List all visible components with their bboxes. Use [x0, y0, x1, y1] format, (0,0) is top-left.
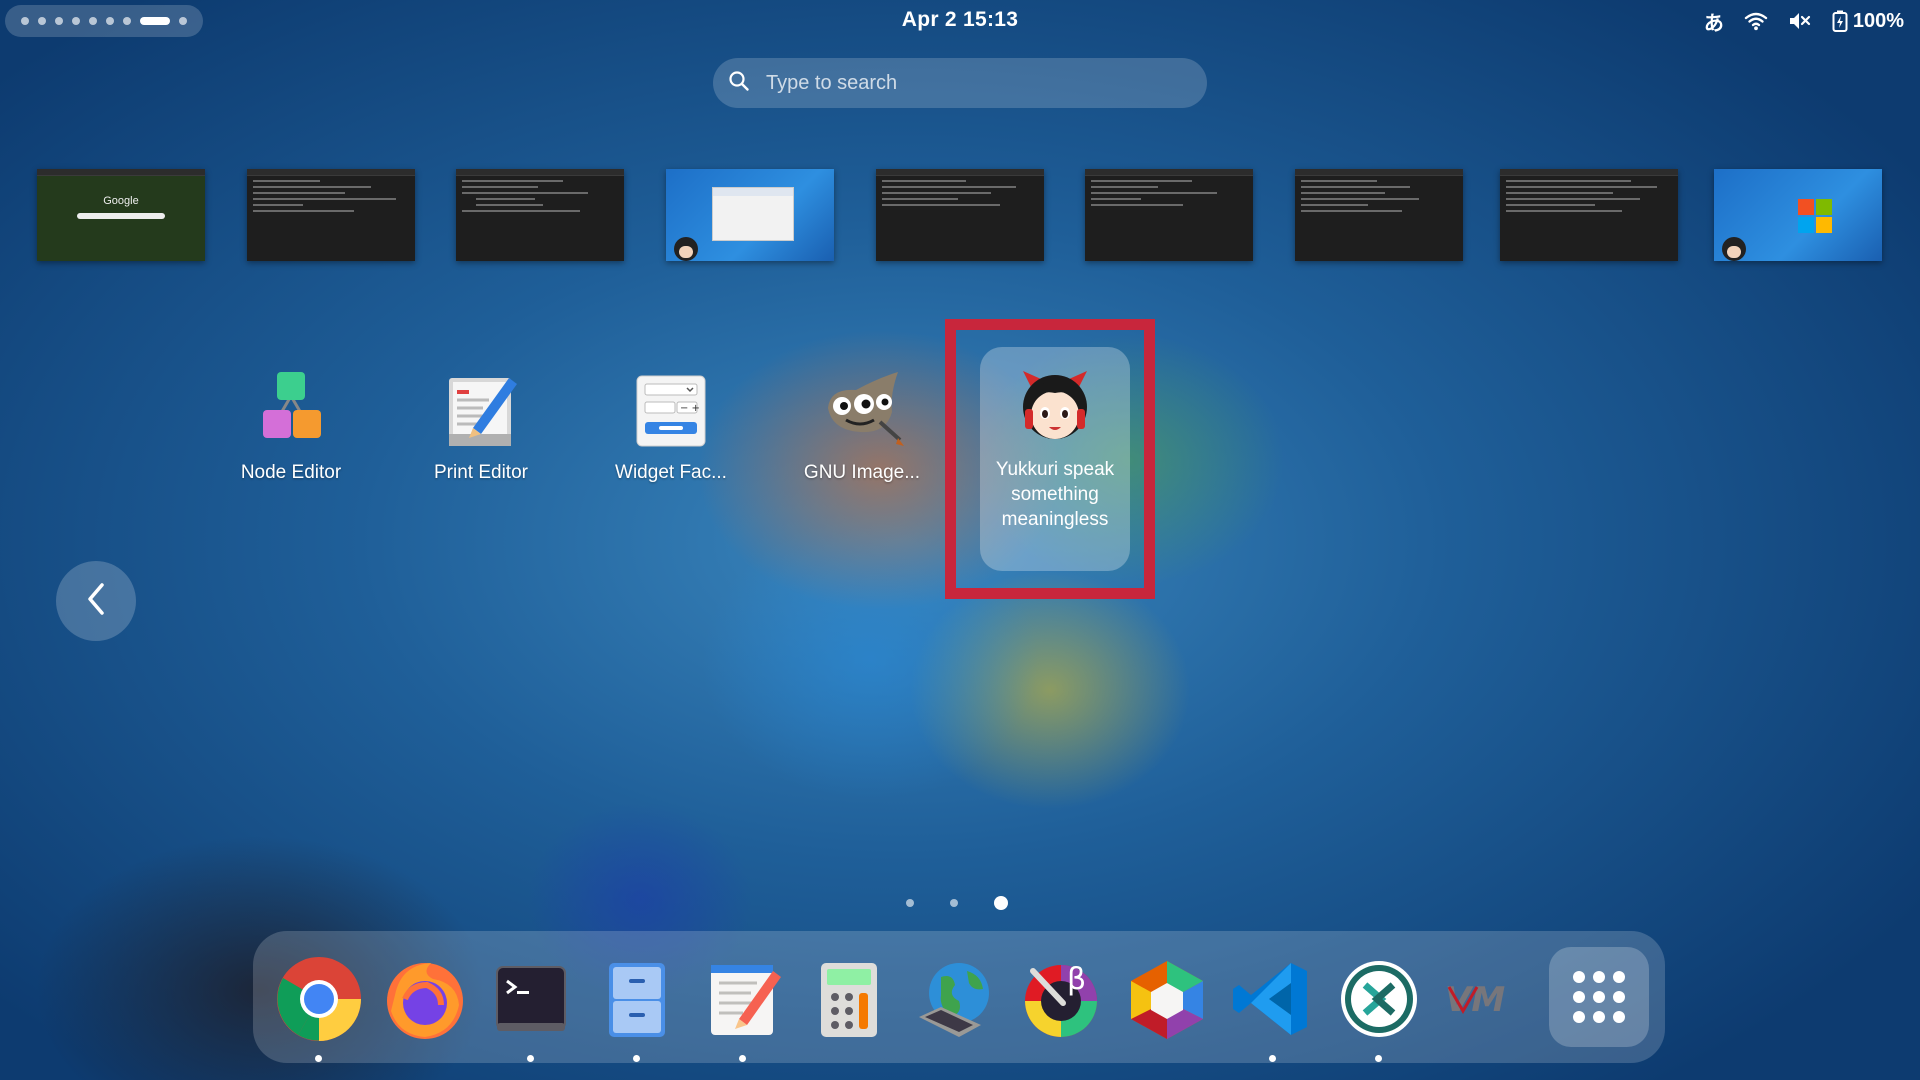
page-indicator: [906, 896, 1008, 910]
dock-item-terminal[interactable]: [487, 955, 575, 1062]
running-indicator: [315, 1055, 322, 1062]
cube-icon: [1131, 961, 1203, 1039]
dock: β VM: [253, 931, 1665, 1063]
show-applications-button[interactable]: [1549, 947, 1649, 1047]
search-icon: [713, 70, 750, 97]
page-dot-active[interactable]: [994, 896, 1008, 910]
firefox-icon: [387, 963, 463, 1039]
window-thumbnail-desktop-dialog[interactable]: [666, 169, 834, 261]
clock[interactable]: Apr 2 15:13: [0, 8, 1920, 32]
dialog-preview: [712, 187, 794, 241]
app-node-editor[interactable]: Node Editor: [199, 368, 383, 484]
page-dot[interactable]: [950, 899, 958, 907]
window-thumbnail-terminal[interactable]: [876, 169, 1044, 261]
top-bar: Apr 2 15:13 あ 100%: [0, 0, 1920, 42]
files-icon: [609, 963, 665, 1037]
terminal-icon: [496, 966, 566, 1031]
widget-factory-icon: − +: [629, 368, 713, 452]
character-avatar-icon: [674, 237, 698, 261]
search-bar[interactable]: [713, 58, 1207, 108]
window-thumbnail-terminal[interactable]: [1500, 169, 1678, 261]
battery-percent: 100%: [1852, 9, 1904, 32]
dock-item-vscode[interactable]: [1229, 955, 1317, 1062]
battery-indicator[interactable]: 100%: [1832, 10, 1904, 33]
network-globe-icon: [919, 963, 989, 1037]
dock-item-calculator[interactable]: [805, 955, 893, 1043]
app-label: Print Editor: [434, 462, 528, 483]
dock-item-network-browser[interactable]: [911, 955, 999, 1043]
vm-icon: VM: [1445, 980, 1505, 1020]
print-editor-icon: [439, 368, 523, 452]
vscode-icon: [1233, 963, 1307, 1035]
wifi-icon: [1744, 11, 1768, 31]
window-thumbnail-terminal[interactable]: [247, 169, 415, 261]
volume-muted-icon: [1788, 11, 1812, 31]
text-editor-icon: [711, 965, 781, 1035]
dock-item-vm-app[interactable]: VM: [1441, 955, 1529, 1043]
dock-item-firefox[interactable]: [381, 955, 469, 1043]
app-label: Yukkuri speak something meaningless: [995, 459, 1115, 530]
window-thumbnail-desktop[interactable]: [1714, 169, 1882, 261]
window-thumbnail-terminal[interactable]: [456, 169, 624, 261]
app-label: GNU Image...: [803, 462, 921, 483]
dock-item-paint-beta[interactable]: β: [1017, 955, 1105, 1043]
svg-text:VM: VM: [1445, 980, 1505, 1020]
app-label: Widget Fac...: [615, 462, 727, 483]
dock-item-remote-desktop[interactable]: [1335, 955, 1423, 1062]
running-indicator: [527, 1055, 534, 1062]
character-avatar-icon: [1722, 237, 1746, 261]
search-box-preview: [77, 213, 165, 219]
window-thumbnail-browser[interactable]: Google: [37, 169, 205, 261]
window-thumbnails: Google: [0, 165, 1920, 265]
window-thumbnail-terminal[interactable]: [1295, 169, 1463, 261]
gimp-icon: [820, 368, 904, 452]
app-yukkuri-selected[interactable]: Yukkuri speak something meaningless: [980, 347, 1130, 571]
dock-item-cube-app[interactable]: [1123, 955, 1211, 1043]
running-indicator: [739, 1055, 746, 1062]
paint-beta-icon: β: [1025, 962, 1097, 1037]
calculator-icon: [821, 963, 877, 1037]
dock-item-chrome[interactable]: [275, 955, 363, 1062]
app-label: Node Editor: [240, 462, 342, 483]
running-indicator: [1375, 1055, 1382, 1062]
system-tray[interactable]: あ 100%: [1704, 6, 1904, 36]
google-logo-text: Google: [103, 195, 139, 207]
battery-charging-icon: [1832, 10, 1848, 32]
chevron-left-icon: [84, 581, 108, 622]
app-widget-factory[interactable]: − + Widget Fac...: [579, 368, 763, 484]
app-gimp[interactable]: GNU Image...: [770, 368, 954, 484]
dock-item-files[interactable]: [593, 955, 681, 1062]
chrome-icon: [277, 957, 361, 1041]
previous-page-button[interactable]: [56, 561, 136, 641]
input-method-indicator[interactable]: あ: [1704, 7, 1724, 36]
dock-item-text-editor[interactable]: [699, 955, 787, 1062]
windows-logo-icon: [1798, 199, 1834, 235]
running-indicator: [633, 1055, 640, 1062]
page-dot[interactable]: [906, 899, 914, 907]
svg-text:β: β: [1067, 962, 1086, 997]
node-editor-icon: [249, 368, 333, 452]
window-thumbnail-browser-dark[interactable]: [1085, 169, 1253, 261]
yukkuri-icon: [1013, 365, 1097, 449]
running-indicator: [1269, 1055, 1276, 1062]
remote-desktop-icon: [1341, 961, 1417, 1037]
search-input[interactable]: [764, 70, 1168, 96]
svg-text:− +: − +: [680, 403, 700, 414]
app-print-editor[interactable]: Print Editor: [389, 368, 573, 484]
